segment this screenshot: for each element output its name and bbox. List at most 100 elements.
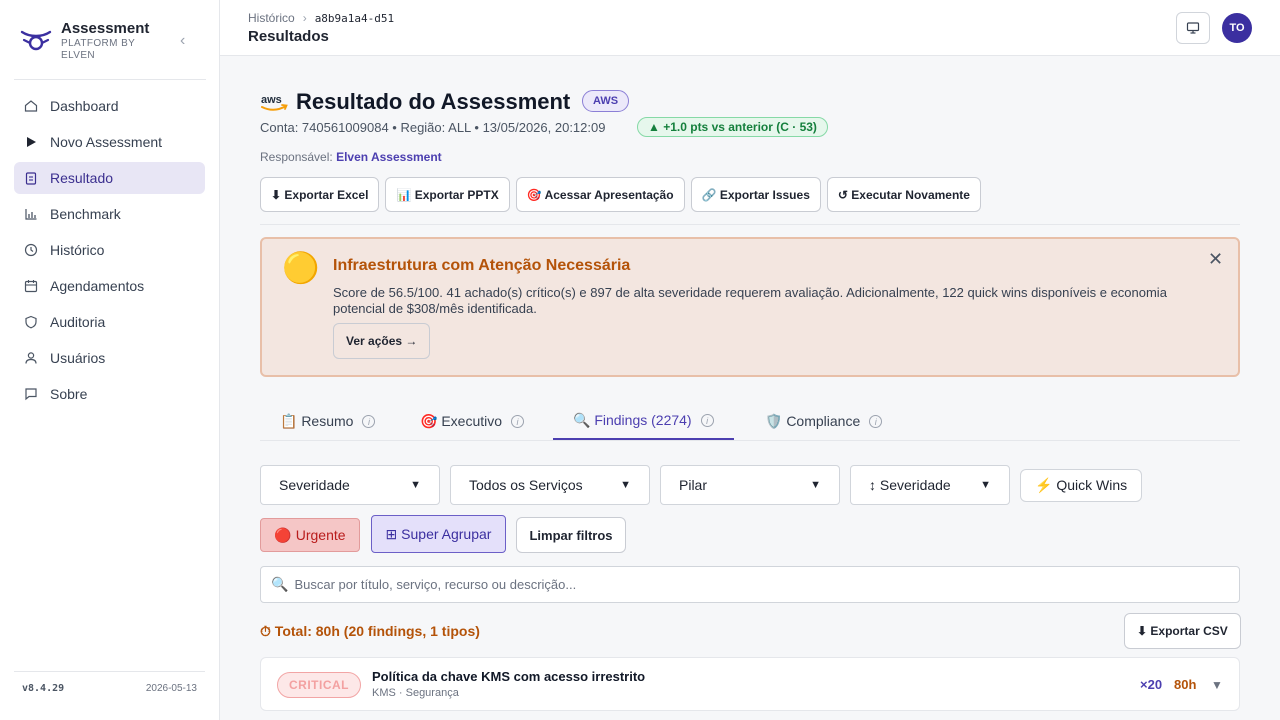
- info-icon[interactable]: i: [869, 415, 883, 428]
- brand-title: Assessment: [61, 20, 150, 37]
- calendar-icon: [24, 279, 38, 293]
- home-icon: [24, 99, 38, 113]
- monitor-icon: [1186, 22, 1200, 34]
- expand-toggle-icon[interactable]: ▼: [1211, 678, 1223, 692]
- tab-executivo[interactable]: 🎯 Executivo i: [400, 403, 544, 440]
- responsible-label: Responsável:: [260, 150, 333, 164]
- severity-select[interactable]: Severidade ▼: [260, 465, 440, 505]
- message-square-icon: [24, 387, 38, 401]
- info-icon[interactable]: i: [700, 414, 714, 427]
- bar-chart-icon: [24, 207, 38, 221]
- tab-compliance[interactable]: 🛡️ Compliance i: [745, 403, 902, 440]
- user-icon: [24, 351, 38, 365]
- sidebar-item-agendamentos[interactable]: Agendamentos: [14, 270, 205, 302]
- alert-text: Score de 56.5/100. 41 achado(s) crítico(…: [333, 285, 1167, 316]
- export-csv-button[interactable]: ⬇ Exportar CSV: [1124, 613, 1241, 649]
- sidebar-footer: v8.4.29 2026-05-13: [14, 671, 205, 694]
- quick-wins-button[interactable]: ⚡ Quick Wins: [1020, 469, 1143, 502]
- divider: [260, 224, 1240, 225]
- display-mode-button[interactable]: [1176, 12, 1210, 44]
- result-tabs: 📋 Resumo i 🎯 Executivo i 🔍 Findings (227…: [260, 403, 1240, 441]
- sidebar-item-label: Dashboard: [50, 98, 119, 114]
- breadcrumb-separator: ›: [302, 11, 307, 25]
- view-actions-button[interactable]: Ver ações →: [333, 323, 431, 359]
- chevron-down-icon: ▼: [620, 479, 631, 491]
- sidebar: Assessment PLATFORM BY ELVEN ‹ Dashboard…: [0, 0, 220, 720]
- urgent-filter-button[interactable]: 🔴 Urgente: [260, 518, 360, 552]
- pillar-select-value: Pilar: [679, 477, 708, 493]
- export-excel-button[interactable]: ⬇ Exportar Excel: [260, 177, 380, 212]
- sidebar-item-label: Novo Assessment: [50, 134, 163, 150]
- sidebar-item-label: Usuários: [50, 350, 106, 366]
- finding-row[interactable]: CRITICAL Política da chave KMS com acess…: [260, 657, 1240, 711]
- tab-label: 🎯 Executivo: [420, 413, 503, 429]
- info-icon[interactable]: i: [511, 415, 525, 428]
- chevron-down-icon: ▼: [810, 479, 821, 491]
- pillar-select[interactable]: Pilar ▼: [660, 465, 840, 505]
- info-icon[interactable]: i: [362, 415, 376, 428]
- release-date: 2026-05-13: [145, 683, 197, 694]
- topbar: Histórico › a8b9a1a4-d51 Resultados TO: [220, 0, 1280, 56]
- play-icon: [24, 135, 38, 149]
- responsible-name: Elven Assessment: [336, 150, 442, 164]
- export-issues-button[interactable]: 🔗 Exportar Issues: [690, 177, 821, 212]
- provider-badge: AWS: [582, 90, 630, 112]
- tab-findings[interactable]: 🔍 Findings (2274) i: [553, 403, 734, 440]
- aws-logo-icon: aws: [261, 94, 288, 111]
- tab-label: 📋 Resumo: [280, 413, 354, 429]
- search-input[interactable]: [294, 577, 1239, 592]
- shield-icon: [24, 315, 38, 329]
- finding-subtitle: KMS · Segurança: [372, 687, 459, 699]
- export-pptx-button[interactable]: 📊 Exportar PPTX: [385, 177, 510, 212]
- clipboard-icon: [24, 171, 38, 185]
- finding-title: Política da chave KMS com acesso irrestr…: [372, 669, 646, 684]
- clear-filters-button[interactable]: Limpar filtros: [516, 517, 626, 553]
- close-icon[interactable]: ✕: [1208, 249, 1223, 270]
- sidebar-item-dashboard[interactable]: Dashboard: [14, 90, 205, 122]
- super-group-button[interactable]: ⊞ Super Agrupar: [371, 515, 506, 553]
- sidebar-item-label: Resultado: [50, 170, 114, 186]
- sidebar-item-label: Agendamentos: [50, 278, 145, 294]
- sidebar-item-sobre[interactable]: Sobre: [14, 378, 205, 410]
- finding-hours: 80h: [1174, 677, 1197, 692]
- sidebar-item-resultado[interactable]: Resultado: [14, 162, 205, 194]
- sidebar-item-historico[interactable]: Histórico: [14, 234, 205, 266]
- tab-label: 🔍 Findings (2274): [573, 412, 692, 428]
- service-select[interactable]: Todos os Serviços ▼: [450, 465, 650, 505]
- sort-select[interactable]: ↕ Severidade ▼: [850, 465, 1010, 505]
- main-content: aws Resultado do Assessment AWS Conta: 7…: [220, 56, 1280, 720]
- user-avatar[interactable]: TO: [1222, 13, 1252, 43]
- sidebar-item-usuarios[interactable]: Usuários: [14, 342, 205, 374]
- finding-count: ×20: [1140, 677, 1163, 692]
- service-select-value: Todos os Serviços: [469, 477, 583, 493]
- sidebar-item-novo-assessment[interactable]: Novo Assessment: [14, 126, 205, 158]
- breadcrumb-historico-link[interactable]: Histórico: [248, 11, 295, 25]
- search-box: 🔍: [260, 566, 1240, 603]
- sidebar-nav: Dashboard Novo Assessment Resultado Benc…: [14, 90, 205, 414]
- search-icon: 🔍: [271, 576, 289, 592]
- result-meta: Conta: 740561009084 • Região: ALL • 13/0…: [260, 120, 606, 135]
- alert-title: Infraestrutura com Atenção Necessária: [333, 257, 631, 274]
- chevron-down-icon: ▼: [980, 479, 991, 491]
- tab-resumo[interactable]: 📋 Resumo i: [260, 403, 395, 440]
- breadcrumb: Histórico › a8b9a1a4-d51: [248, 11, 394, 25]
- attention-alert: 🟡 Infraestrutura com Atenção Necessária …: [260, 237, 1240, 377]
- open-presentation-button[interactable]: 🎯 Acessar Apresentação: [515, 177, 685, 212]
- collapse-sidebar-button[interactable]: ‹: [180, 32, 194, 49]
- page-title: Resultados: [248, 28, 329, 45]
- breadcrumb-assessment-id: a8b9a1a4-d51: [314, 11, 395, 25]
- action-toolbar: ⬇ Exportar Excel 📊 Exportar PPTX 🎯 Acess…: [260, 177, 981, 212]
- clock-icon: [24, 243, 38, 257]
- sidebar-item-benchmark[interactable]: Benchmark: [14, 198, 205, 230]
- severity-badge: CRITICAL: [277, 672, 361, 698]
- chevron-down-icon: ▼: [410, 479, 421, 491]
- total-effort: ⏱ Total: 80h (20 findings, 1 tipos): [260, 623, 480, 639]
- sort-select-value: ↕ Severidade: [869, 477, 951, 493]
- result-title: Resultado do Assessment: [296, 89, 571, 114]
- brand: Assessment PLATFORM BY ELVEN ‹: [14, 14, 206, 80]
- sidebar-item-label: Histórico: [50, 242, 105, 258]
- elven-logo-icon: [20, 30, 52, 51]
- sidebar-item-auditoria[interactable]: Auditoria: [14, 306, 205, 338]
- responsible-line: Responsável: Elven Assessment: [260, 150, 442, 164]
- run-again-button[interactable]: ↺ Executar Novamente: [826, 177, 981, 212]
